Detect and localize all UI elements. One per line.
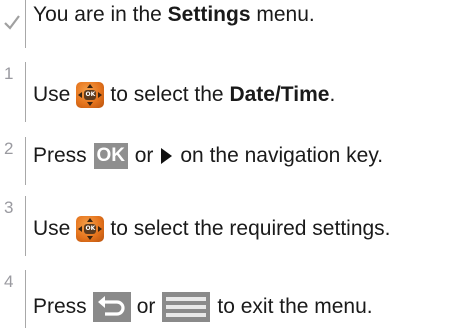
ok-key-icon: OK bbox=[93, 143, 128, 169]
precondition-text: You are in the Settings menu. bbox=[33, 3, 315, 26]
step-4: 4 Press or to exit the menu. bbox=[0, 270, 461, 332]
step-text: Use OK to select the Date/Time . bbox=[33, 82, 336, 108]
step-1: 1 Use OK to select the Date/Time . bbox=[0, 62, 461, 122]
step-divider bbox=[25, 62, 26, 122]
step-3: 3 Use OK to select the required settings… bbox=[0, 196, 461, 256]
step-number: 1 bbox=[4, 64, 14, 83]
step-text: Press OK or on the navigation key. bbox=[33, 143, 384, 169]
step-number: 3 bbox=[4, 198, 14, 217]
date-time-label: Date/Time bbox=[229, 83, 330, 106]
step-text: Use OK to select the required settings. bbox=[33, 216, 391, 242]
checkmark-icon bbox=[4, 15, 20, 30]
step-2: 2 Press OK or on the navigation key. bbox=[0, 137, 461, 185]
right-arrow-icon bbox=[161, 148, 173, 164]
navigation-key-icon: OK bbox=[76, 216, 105, 242]
step-text: Press or to exit the menu. bbox=[33, 292, 373, 322]
settings-label: Settings bbox=[167, 3, 251, 26]
step-divider bbox=[25, 137, 26, 185]
step-divider bbox=[25, 0, 26, 48]
navigation-key-icon: OK bbox=[76, 82, 105, 108]
step-divider bbox=[25, 270, 26, 328]
back-key-icon bbox=[92, 292, 131, 322]
step-divider bbox=[25, 196, 26, 256]
step-number: 2 bbox=[4, 139, 14, 158]
step-number: 4 bbox=[4, 272, 14, 291]
menu-key-icon bbox=[162, 292, 211, 322]
precondition: You are in the Settings menu. bbox=[0, 0, 461, 48]
